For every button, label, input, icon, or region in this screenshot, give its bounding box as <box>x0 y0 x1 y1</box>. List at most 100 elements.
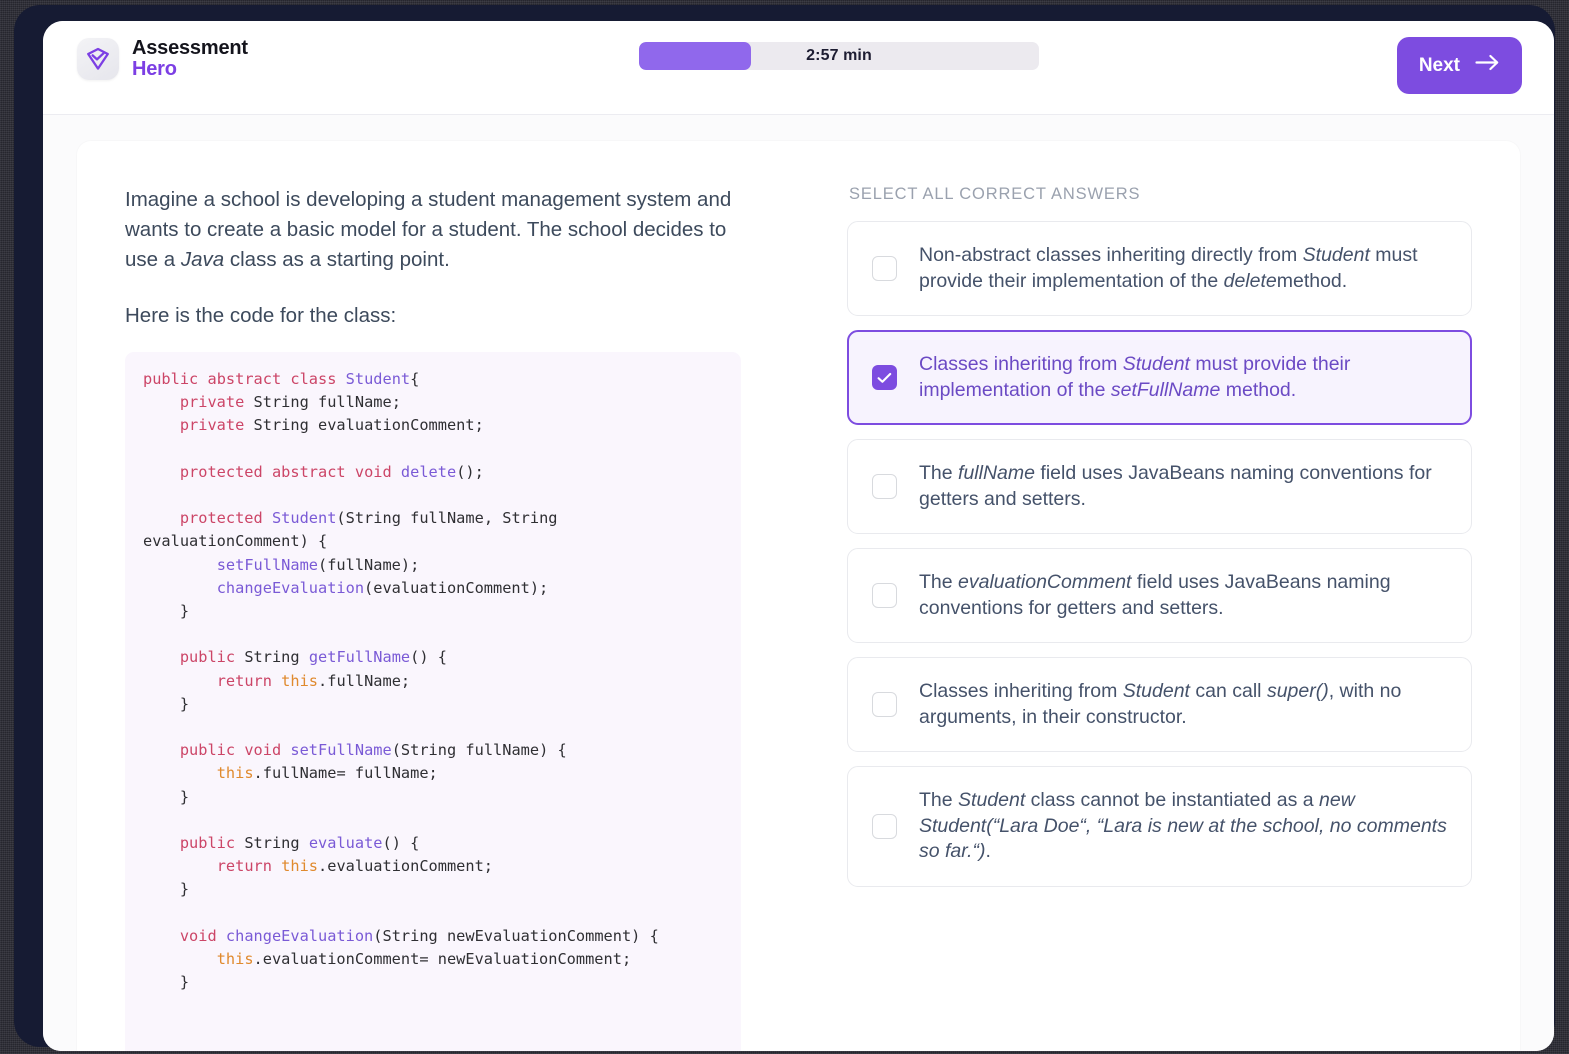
question-prompt: Imagine a school is developing a student… <box>125 185 741 359</box>
browser-frame: Assessment Hero 2:57 min Next Imagine a … <box>14 5 1555 1051</box>
code-token: evaluationComment <box>143 532 300 551</box>
code-token: fullName <box>262 764 337 783</box>
code-token: this <box>281 857 319 876</box>
code-token: this <box>281 671 319 690</box>
code-token: abstract <box>207 370 282 388</box>
prompt-paragraph-1-emphasis: Java <box>180 248 225 271</box>
code-token: void <box>354 462 392 481</box>
code-token: void <box>244 741 282 760</box>
answer-text: The <box>919 571 959 593</box>
code-token: String <box>382 926 438 945</box>
code-token: getFullName <box>308 648 411 667</box>
answer-text: can call <box>1189 680 1267 702</box>
code-token: return <box>216 857 272 876</box>
code-token: evaluationComment <box>262 950 420 969</box>
app-window: Assessment Hero 2:57 min Next Imagine a … <box>43 21 1554 1051</box>
code-token: fullName <box>410 509 484 528</box>
answer-emphasis: fullName <box>958 462 1035 484</box>
code-token: return <box>216 671 272 690</box>
code-token: changeEvaluation <box>216 578 365 597</box>
code-token: protected <box>179 509 263 528</box>
answers-panel: SELECT ALL CORRECT ANSWERS Non-abstract … <box>847 185 1472 901</box>
code-token: evaluate <box>308 834 383 853</box>
code-token: void <box>179 926 217 945</box>
answer-text: Non-abstract classes inheriting directly… <box>919 244 1303 266</box>
timer-label: 2:57 min <box>806 47 872 64</box>
brand-text: Assessment Hero <box>132 38 248 80</box>
prompt-paragraph-1-part-b: class as a starting point. <box>224 248 450 271</box>
code-token: fullName <box>327 671 401 690</box>
code-token: fullName <box>327 555 401 574</box>
next-button-label: Next <box>1418 54 1460 76</box>
answer-option-label: The Student class cannot be instantiated… <box>919 788 1449 865</box>
code-token: evaluationComment <box>327 857 484 876</box>
checkbox-icon[interactable] <box>872 474 897 499</box>
answer-option[interactable]: The fullName field uses JavaBeans naming… <box>847 439 1472 534</box>
code-token: String <box>400 741 457 760</box>
answer-text: Classes inheriting from <box>919 353 1123 375</box>
checkbox-icon[interactable] <box>872 583 897 608</box>
code-token: public <box>179 741 236 760</box>
code-token: protected <box>179 462 263 481</box>
code-token: String <box>253 393 309 412</box>
next-button[interactable]: Next <box>1396 37 1522 94</box>
page-body: Imagine a school is developing a student… <box>43 115 1554 1051</box>
answer-option-label: The evaluationComment field uses JavaBea… <box>919 570 1449 621</box>
code-token: String <box>244 648 300 667</box>
answers-heading: SELECT ALL CORRECT ANSWERS <box>849 185 1141 203</box>
code-token: class <box>290 370 337 388</box>
code-token: setFullName <box>290 741 392 760</box>
question-card: Imagine a school is developing a student… <box>77 141 1520 1051</box>
answer-text: Classes inheriting from <box>919 680 1123 702</box>
brand-name-line2: Hero <box>132 58 177 80</box>
code-token: fullName <box>318 393 392 412</box>
code-token: String <box>253 416 309 435</box>
answer-option[interactable]: The Student class cannot be instantiated… <box>847 766 1472 887</box>
answer-options-list: Non-abstract classes inheriting directly… <box>847 221 1472 887</box>
answer-emphasis: super() <box>1266 680 1329 702</box>
code-token: private <box>179 393 245 412</box>
shield-check-logo-icon <box>77 38 119 80</box>
timer-progress-bar: 2:57 min <box>639 42 1039 70</box>
answer-emphasis: setFullName <box>1110 378 1221 401</box>
answer-emphasis: Student <box>1122 680 1190 702</box>
code-token: evaluationComment <box>318 416 475 435</box>
code-token: fullName <box>354 764 429 783</box>
checkbox-checked-icon[interactable] <box>872 365 897 390</box>
answer-option[interactable]: Classes inheriting from Student must pro… <box>847 330 1472 425</box>
answer-option-label: Non-abstract classes inheriting directly… <box>919 243 1449 294</box>
answer-emphasis: Student <box>958 789 1026 811</box>
code-token: evaluationComment <box>373 578 530 597</box>
checkbox-icon[interactable] <box>872 813 897 839</box>
answer-emphasis: delete <box>1223 269 1277 292</box>
code-token: changeEvaluation <box>225 926 374 945</box>
code-token: String <box>345 509 401 528</box>
code-token: abstract <box>271 462 346 481</box>
app-header: Assessment Hero 2:57 min Next <box>43 21 1554 115</box>
code-token: Student <box>271 509 337 528</box>
answer-text: The <box>919 789 959 811</box>
code-token: public <box>179 648 236 667</box>
code-token: setFullName <box>216 555 318 574</box>
desktop-backdrop: Assessment Hero 2:57 min Next Imagine a … <box>0 0 1569 1054</box>
answer-option[interactable]: Classes inheriting from Student can call… <box>847 657 1472 752</box>
answer-option-label: The fullName field uses JavaBeans naming… <box>919 461 1449 512</box>
code-block: public abstract class Student{ private S… <box>125 352 741 1051</box>
code-token: newEvaluationComment <box>437 950 622 969</box>
prompt-paragraph-2: Here is the code for the class: <box>125 304 397 327</box>
answer-emphasis: Student <box>1122 353 1190 375</box>
checkbox-icon[interactable] <box>872 256 897 281</box>
checkbox-icon[interactable] <box>872 692 897 717</box>
answer-emphasis: evaluationComment <box>958 571 1132 593</box>
answer-text: method. <box>1220 378 1297 401</box>
answer-option-label: Classes inheriting from Student must pro… <box>919 352 1449 403</box>
code-token: Student <box>345 370 411 388</box>
brand-logo[interactable]: Assessment Hero <box>77 38 248 80</box>
answer-option[interactable]: Non-abstract classes inheriting directly… <box>847 221 1472 316</box>
answer-option[interactable]: The evaluationComment field uses JavaBea… <box>847 548 1472 643</box>
code-token: this <box>216 950 254 969</box>
arrow-right-icon <box>1475 54 1500 77</box>
answer-emphasis: Student <box>1302 244 1370 266</box>
prompt-paragraph-1: Imagine a school is developing a student… <box>125 185 741 275</box>
answer-text: class cannot be instantiated as a <box>1025 789 1320 811</box>
